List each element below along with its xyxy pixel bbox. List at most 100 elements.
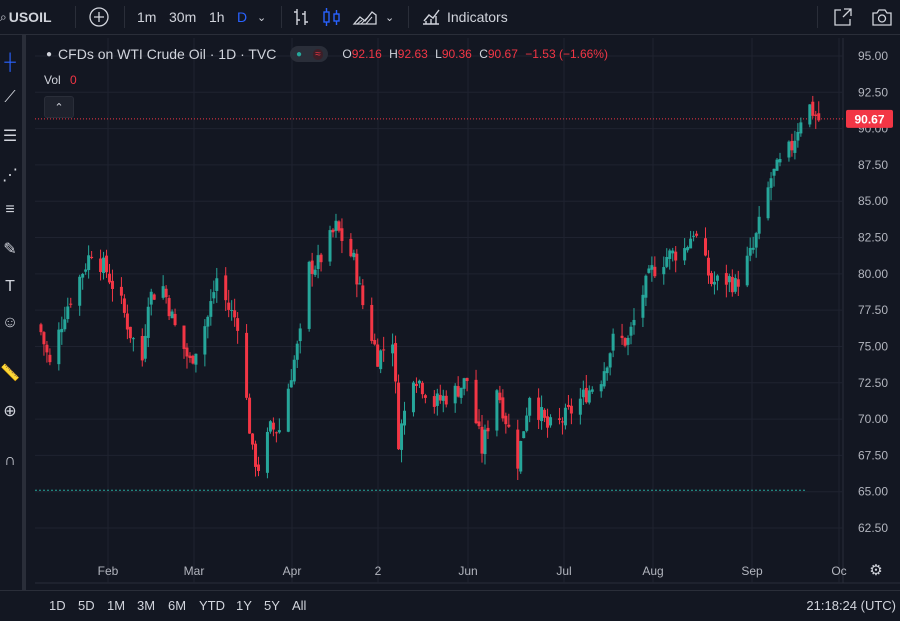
candle-body <box>814 114 818 117</box>
status-toggle[interactable]: ● ≈ <box>290 46 329 62</box>
candle-body <box>245 332 249 398</box>
candle-body <box>477 421 481 427</box>
range-5y[interactable]: 5Y <box>264 598 280 613</box>
range-3m[interactable]: 3M <box>137 598 155 613</box>
candle-body <box>331 229 335 233</box>
candle-body <box>63 319 67 330</box>
candle-body <box>161 286 165 298</box>
candle-body <box>119 286 123 296</box>
candle-body <box>632 319 636 326</box>
collapse-legend-button[interactable]: ⌃ <box>44 96 74 118</box>
candle-body <box>391 344 395 354</box>
candle-body <box>692 235 696 237</box>
candle-body <box>704 238 707 256</box>
utc-clock[interactable]: 21:18:24 (UTC) <box>806 598 896 613</box>
candle-body <box>227 302 231 310</box>
candle-body <box>712 281 716 285</box>
x-tick-label: Aug <box>642 564 663 578</box>
candle-body <box>563 407 567 426</box>
ohlc-values: O92.16 H92.63 L90.36 C90.67 −1.53 (−1.66… <box>342 47 608 61</box>
candle-body <box>128 326 132 339</box>
candle-body <box>212 292 216 299</box>
candle-body <box>444 395 448 405</box>
candle-body <box>298 328 302 342</box>
candle-body <box>578 398 582 415</box>
range-1d[interactable]: 1D <box>49 598 66 613</box>
high-label: H <box>389 47 398 61</box>
candle-body <box>623 338 627 346</box>
candle-body <box>411 382 415 413</box>
change-value: −1.53 (−1.66%) <box>525 47 608 61</box>
candle-body <box>602 371 606 387</box>
candle-body <box>224 275 228 301</box>
candle-body <box>191 355 195 364</box>
candle-body <box>66 306 70 320</box>
candle-body <box>644 275 648 298</box>
candle-body <box>769 178 773 188</box>
x-tick-label: Mar <box>184 564 205 578</box>
candle-body <box>382 349 386 351</box>
open-value: 92.16 <box>351 47 382 61</box>
candle-body <box>686 247 690 251</box>
candle-body <box>271 422 275 430</box>
candle-body <box>337 221 341 231</box>
candle-body <box>203 326 207 355</box>
candle-body <box>537 397 541 420</box>
range-all[interactable]: All <box>292 598 306 613</box>
candle-body <box>605 367 609 374</box>
candle-body <box>581 389 585 398</box>
candle-body <box>787 141 791 158</box>
candle-body <box>620 335 624 338</box>
candle-body <box>799 122 803 134</box>
chart-settings-button[interactable]: ⚙ <box>866 560 886 580</box>
candle-body <box>194 353 198 365</box>
range-1y[interactable]: 1Y <box>236 598 252 613</box>
range-6m[interactable]: 6M <box>168 598 186 613</box>
candle-body <box>170 311 174 319</box>
bottom-toolbar <box>0 590 900 621</box>
candle-body <box>724 273 728 285</box>
price-chart[interactable]: 95.0092.5090.0087.5085.0082.5080.0077.50… <box>0 0 900 620</box>
candle-body <box>528 397 532 416</box>
y-tick-label: 95.00 <box>858 49 888 63</box>
candle-body <box>173 313 177 326</box>
candle-body <box>706 257 710 276</box>
candle-body <box>751 247 755 250</box>
candle-body <box>373 340 377 345</box>
candle-body <box>292 359 296 382</box>
y-tick-label: 87.50 <box>858 158 888 172</box>
candle-body <box>140 336 144 361</box>
candle-body <box>328 230 332 262</box>
candle-body <box>274 432 278 434</box>
candle-body <box>501 397 505 419</box>
candle-body <box>257 464 260 471</box>
range-ytd[interactable]: YTD <box>199 598 225 613</box>
candle-body <box>57 329 61 365</box>
candle-body <box>435 393 439 406</box>
candle-body <box>349 238 353 257</box>
y-tick-label: 70.00 <box>858 412 888 426</box>
candle-body <box>549 417 553 426</box>
candle-body <box>215 278 219 291</box>
candle-body <box>811 101 815 116</box>
low-label: L <box>435 47 442 61</box>
candle-body <box>340 228 344 241</box>
y-tick-label: 85.00 <box>858 194 888 208</box>
candle-body <box>748 247 752 256</box>
candle-body <box>495 390 499 431</box>
volume-legend: Vol 0 <box>44 73 77 87</box>
x-tick-label: 2 <box>375 564 382 578</box>
candle-body <box>432 396 436 407</box>
candle-body <box>689 238 693 249</box>
candle-body <box>727 276 731 283</box>
candle-body <box>400 423 404 450</box>
candle-body <box>441 395 445 401</box>
candle-body <box>584 387 588 403</box>
candle-body <box>459 387 463 398</box>
candle-body <box>665 257 669 267</box>
y-tick-label: 77.50 <box>858 303 888 317</box>
candle-body <box>254 443 258 467</box>
candle-body <box>480 426 484 454</box>
range-5d[interactable]: 5D <box>78 598 95 613</box>
range-1m[interactable]: 1M <box>107 598 125 613</box>
